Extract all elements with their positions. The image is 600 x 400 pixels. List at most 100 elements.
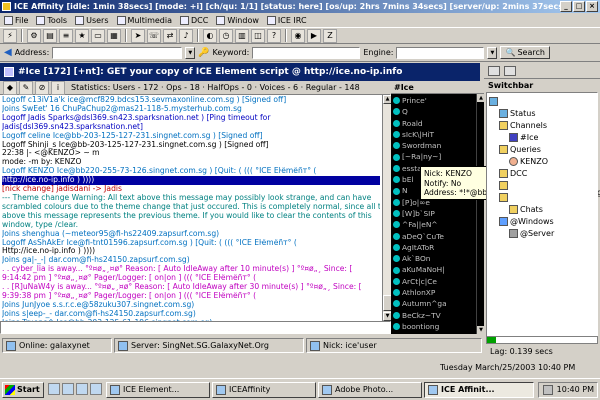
help-button[interactable]: ? — [267, 28, 281, 43]
engine-dropdown[interactable]: ▼ — [487, 46, 498, 59]
nick-entry[interactable]: aDeQ`CuTe — [391, 231, 476, 242]
nick-entry[interactable]: ^Fa||eN^ — [391, 219, 476, 230]
channel-bans-button[interactable]: ⊘ — [35, 80, 49, 95]
menu-window[interactable]: Window — [216, 15, 259, 25]
chat-log[interactable]: Logoff c13iV1a'k ice@mcf829.bdcs153.sevm… — [0, 95, 382, 321]
menu-file[interactable]: File — [4, 15, 28, 25]
close-button[interactable]: × — [586, 1, 598, 12]
nicklist-header: #Ice — [391, 81, 484, 94]
app-icon[interactable] — [76, 383, 88, 395]
tree-node[interactable]: Chats — [489, 203, 595, 215]
minimize-button[interactable]: _ — [560, 1, 572, 12]
cascade-button[interactable]: ◫ — [251, 28, 265, 43]
channel-list-button[interactable]: ≡ — [59, 28, 73, 43]
tree-node-label: @Windows — [510, 216, 554, 226]
nick-entry[interactable]: [~Ra|ny~] — [391, 151, 476, 162]
tree-node[interactable]: KENZO — [489, 155, 595, 167]
tree-node[interactable]: #Ice — [489, 131, 595, 143]
nick-entry[interactable]: AgItAToR — [391, 242, 476, 253]
dcc-options-button[interactable]: ⇄ — [163, 28, 177, 43]
nick-entry[interactable]: [W]b`SIP — [391, 208, 476, 219]
timer-button[interactable]: ◷ — [219, 28, 233, 43]
menu-multimedia[interactable]: Multimedia — [116, 15, 172, 25]
address-dropdown[interactable]: ▼ — [185, 46, 196, 59]
nick-entry[interactable]: Q — [391, 106, 476, 117]
media-button[interactable]: ▶ — [307, 28, 321, 43]
menu-tools[interactable]: Tools — [36, 15, 67, 25]
volume-icon[interactable] — [543, 385, 553, 395]
chat-input[interactable] — [0, 321, 391, 334]
engine-select[interactable] — [396, 46, 485, 59]
log-button[interactable]: ▦ — [107, 28, 121, 43]
task-adobe-photoshop[interactable]: Adobe Photo... — [318, 382, 422, 398]
folder-button[interactable]: ▭ — [91, 28, 105, 43]
tree-node[interactable]: @Windows — [489, 215, 595, 227]
search-button[interactable]: 🔍 Search — [500, 46, 550, 59]
menu-users[interactable]: Users — [75, 15, 109, 25]
options-button[interactable]: ⚙ — [27, 28, 41, 43]
nick-entry[interactable]: Ak`BOn — [391, 253, 476, 264]
scroll-up-arrow[interactable]: ▲ — [477, 94, 485, 102]
tree-node[interactable]: DCC — [489, 167, 595, 179]
nicklist-scrollbar[interactable]: ▲ ▼ — [476, 94, 485, 334]
user-status-icon — [393, 232, 400, 240]
chat-line: Logoff AsShAkEr Ice@fi-tnt01596.zapsurf.… — [2, 238, 297, 247]
nick-entry[interactable]: boontiong — [391, 321, 476, 332]
windows-flag-icon — [5, 385, 15, 395]
send-file-button[interactable]: ➤ — [131, 28, 145, 43]
switchbar-tree[interactable]: Status Channels #Ice Queries KENZO DCC Chats @W… — [486, 92, 598, 344]
app-icon[interactable] — [90, 383, 102, 395]
status-date: Tuesday March/25/2003 10:40 PM — [440, 363, 576, 372]
tile-button[interactable]: ▥ — [235, 28, 249, 43]
menu-dcc[interactable]: DCC — [180, 15, 208, 25]
nick-entry[interactable]: AthlonXP — [391, 287, 476, 298]
tree-node[interactable]: Status — [489, 107, 595, 119]
channel-info-button[interactable]: i — [51, 80, 65, 95]
web-button[interactable]: ◉ — [291, 28, 305, 43]
tree-node[interactable] — [489, 95, 595, 107]
nick-entry[interactable]: Swordman — [391, 140, 476, 151]
monitor-icon[interactable] — [504, 66, 516, 76]
tree-node[interactable] — [489, 191, 595, 203]
scroll-down-arrow[interactable]: ▼ — [477, 326, 485, 334]
browser-icon[interactable] — [62, 383, 74, 395]
keyword-input[interactable] — [252, 46, 361, 59]
favorites-button[interactable]: ★ — [75, 28, 89, 43]
monitor-icon[interactable] — [488, 66, 500, 76]
task-iceaffinity[interactable]: ICEAffinity — [212, 382, 316, 398]
connect-button[interactable]: ⚡ — [3, 28, 17, 43]
menu-ice-irc[interactable]: ICE IRC — [266, 15, 307, 25]
tree-node[interactable]: @Server — [489, 227, 595, 239]
window-titlebar[interactable]: ICE Affinity [idle: 1min 38secs] [mode: … — [0, 0, 600, 13]
nick-entry[interactable]: BeCkz~TV — [391, 310, 476, 321]
notify-button[interactable]: ♪ — [179, 28, 193, 43]
tree-node[interactable]: Queries — [489, 143, 595, 155]
nick-entry[interactable]: Prince' — [391, 95, 476, 106]
nick-entry[interactable]: Autumn^ga — [391, 298, 476, 309]
channel-window-titlebar[interactable]: #Ice [172] [+nt]: GET your copy of ICE E… — [0, 63, 480, 81]
maximize-button[interactable]: □ — [573, 1, 585, 12]
ice-button[interactable]: Z — [323, 28, 337, 43]
back-icon[interactable]: ◀ — [4, 47, 12, 58]
chat-button[interactable]: ☏ — [147, 28, 161, 43]
nicklist[interactable]: Prince' Q Roald sIcK\|HiT Swordman [~Ra|ny~] e… — [391, 94, 476, 334]
nick-entry[interactable]: sIcK\|HiT — [391, 129, 476, 140]
tree-node[interactable]: Channels — [489, 119, 595, 131]
send-icon: ➤ — [134, 30, 142, 40]
start-button[interactable]: Start — [2, 382, 44, 398]
colors-button[interactable]: ◐ — [203, 28, 217, 43]
channel-modes-button[interactable]: ◆ — [3, 80, 17, 95]
chat-line: Logoff celine Ice@bb-203-125-127-231.sin… — [2, 131, 263, 140]
tree-node[interactable] — [489, 179, 595, 191]
bell-icon: ♪ — [183, 30, 189, 40]
task-ice-element[interactable]: ICE Element... — [106, 382, 210, 398]
address-input[interactable] — [52, 46, 183, 59]
nick-entry[interactable]: Roald — [391, 118, 476, 129]
chat-scrollbar[interactable]: ▲ ▼ — [382, 95, 392, 321]
nick-entry[interactable]: aKuMaNoH| — [391, 264, 476, 275]
nick-entry[interactable]: ArCt|c|Ce — [391, 276, 476, 287]
channel-topic-button[interactable]: ✎ — [19, 80, 33, 95]
task-ice-affinity[interactable]: ICE Affinit... — [424, 382, 534, 398]
desktop-icon[interactable] — [48, 383, 60, 395]
address-book-button[interactable]: ▤ — [43, 28, 57, 43]
